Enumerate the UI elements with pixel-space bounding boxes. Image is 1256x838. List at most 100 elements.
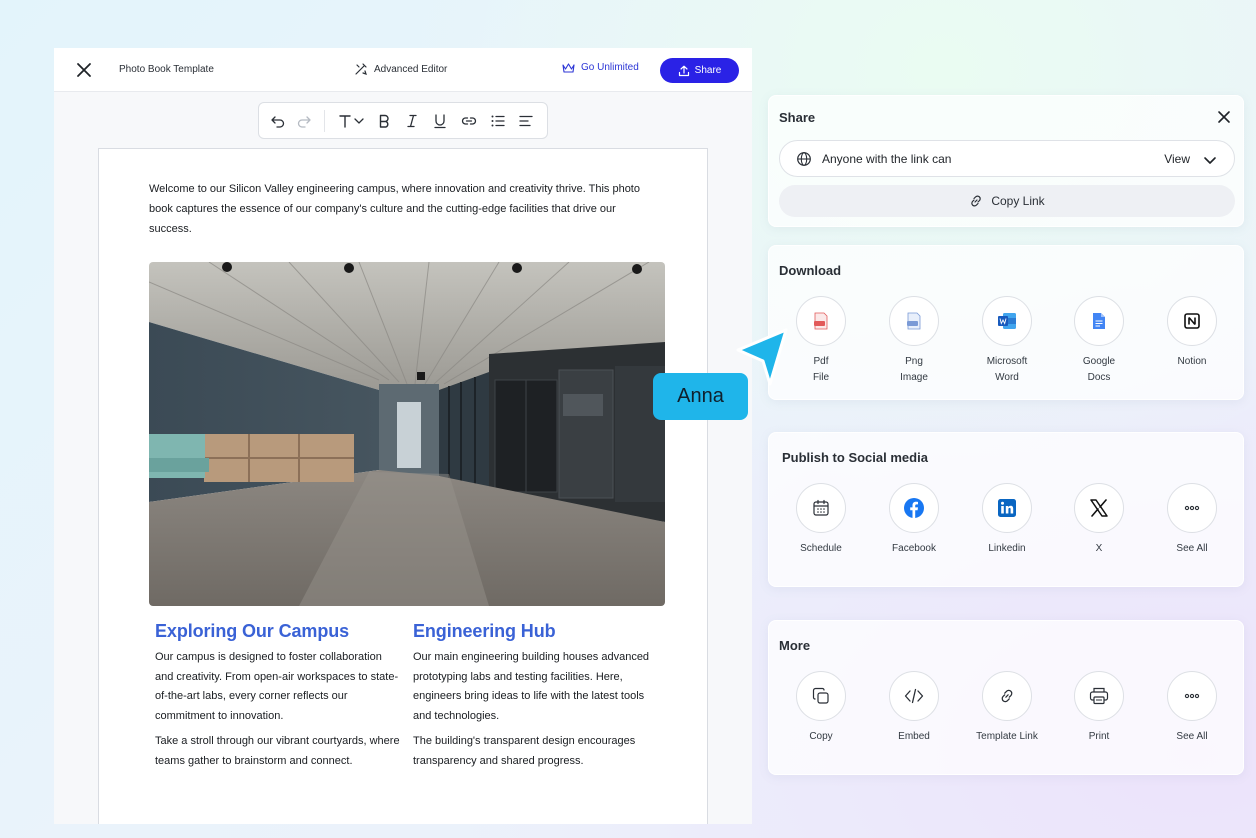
gdocs-label-1: Google <box>1082 356 1116 367</box>
template-link-label: Template Link <box>976 731 1038 742</box>
schedule-label: Schedule <box>800 543 842 554</box>
social-see-all-label: See All <box>1176 543 1208 554</box>
redo-button[interactable] <box>295 112 313 130</box>
undo-icon <box>271 116 285 128</box>
close-icon[interactable] <box>1215 108 1233 126</box>
campus-hallway-photo[interactable] <box>149 262 665 606</box>
engineering-column: Engineering Hub Our main engineering bui… <box>413 621 659 778</box>
google-docs-icon <box>1093 313 1105 329</box>
underline-button[interactable] <box>431 112 449 130</box>
document-page[interactable]: Welcome to our Silicon Valley engineerin… <box>98 148 708 824</box>
x-label: X <box>1095 543 1103 554</box>
share-card: Share Anyone with the link can View Copy… <box>768 95 1244 227</box>
engineering-paragraph-1: Our main engineering building houses adv… <box>413 651 650 722</box>
engineering-heading: Engineering Hub <box>413 621 556 641</box>
editor-window: Photo Book Template Advanced Editor Go U… <box>54 48 752 824</box>
upload-icon <box>678 65 689 76</box>
more-dots-icon <box>1184 693 1200 699</box>
link-icon <box>461 117 477 125</box>
text-style-dropdown[interactable] <box>335 112 367 130</box>
campus-paragraph-1: Our campus is designed to foster collabo… <box>155 651 399 722</box>
go-unlimited-button[interactable]: Go Unlimited <box>562 62 639 73</box>
go-unlimited-label: Go Unlimited <box>581 62 639 73</box>
print-button[interactable]: Print <box>1056 671 1142 745</box>
campus-heading: Exploring Our Campus <box>155 621 350 641</box>
microsoft-word-icon <box>998 313 1016 329</box>
pdf-label-1: Pdf <box>813 356 829 367</box>
copy-icon <box>812 687 829 704</box>
align-left-icon <box>519 115 533 127</box>
advanced-editor-button[interactable]: Advanced Editor <box>354 62 447 76</box>
underline-icon <box>434 114 446 129</box>
share-button[interactable]: Share <box>660 58 739 83</box>
link-icon <box>971 195 982 207</box>
link-icon <box>1001 689 1013 703</box>
crown-icon <box>562 63 575 73</box>
copy-link-label: Copy Link <box>991 194 1045 208</box>
download-png-button[interactable]: Png Image <box>871 296 957 386</box>
engineering-paragraph-2: The building's transparent design encour… <box>413 735 636 767</box>
magic-tools-icon <box>355 63 367 75</box>
copy-button[interactable]: Copy <box>778 671 864 745</box>
printer-icon <box>1089 687 1109 705</box>
bullet-list-icon <box>491 115 505 127</box>
facebook-label: Facebook <box>892 543 936 554</box>
notion-icon <box>1184 313 1200 329</box>
facebook-icon <box>904 498 924 518</box>
undo-button[interactable] <box>269 112 287 130</box>
notion-label: Notion <box>1177 356 1207 367</box>
redo-icon <box>297 116 311 128</box>
linkedin-button[interactable]: Linkedin <box>964 483 1050 557</box>
calendar-icon <box>813 499 829 516</box>
campus-paragraph-2: Take a stroll through our vibrant courty… <box>155 735 400 767</box>
facebook-button[interactable]: Facebook <box>871 483 957 557</box>
align-button[interactable] <box>517 112 535 130</box>
more-card: More Copy Embed Template Link Print See … <box>768 620 1244 775</box>
more-dots-icon <box>1184 505 1200 511</box>
globe-icon <box>797 152 811 166</box>
pdf-file-icon <box>814 312 828 330</box>
toolbar-divider <box>324 110 325 132</box>
permission-value: View <box>1164 152 1190 166</box>
document-title: Photo Book Template <box>119 64 214 75</box>
schedule-button[interactable]: Schedule <box>778 483 864 557</box>
download-google-docs-button[interactable]: Google Docs <box>1056 296 1142 386</box>
italic-button[interactable] <box>403 112 421 130</box>
social-card: Publish to Social media Schedule Faceboo… <box>768 432 1244 587</box>
pdf-label-2: File <box>812 372 830 383</box>
share-card-title: Share <box>779 110 816 125</box>
close-icon[interactable] <box>74 60 94 80</box>
permission-text: Anyone with the link can <box>822 152 952 166</box>
x-button[interactable]: X <box>1056 483 1142 557</box>
bullet-list-button[interactable] <box>489 112 507 130</box>
gdocs-label-2: Docs <box>1087 372 1111 383</box>
link-button[interactable] <box>460 112 478 130</box>
campus-column: Exploring Our Campus Our campus is desig… <box>155 621 401 778</box>
bold-icon <box>379 114 389 128</box>
download-word-button[interactable]: Microsoft Word <box>964 296 1050 386</box>
embed-button[interactable]: Embed <box>871 671 957 745</box>
link-permission-dropdown[interactable]: Anyone with the link can View <box>779 140 1235 177</box>
print-label: Print <box>1088 731 1110 742</box>
download-title: Download <box>779 263 842 278</box>
template-link-button[interactable]: Template Link <box>964 671 1050 745</box>
more-title: More <box>779 638 811 653</box>
png-label-2: Image <box>900 372 928 383</box>
more-see-all-button[interactable]: See All <box>1149 671 1235 745</box>
chevron-down-icon <box>354 118 364 124</box>
top-bar: Photo Book Template Advanced Editor Go U… <box>54 48 752 92</box>
x-logo-icon <box>1090 499 1108 517</box>
download-notion-button[interactable]: Notion <box>1149 296 1235 370</box>
bold-button[interactable] <box>375 112 393 130</box>
png-label-1: Png <box>905 356 923 367</box>
linkedin-icon <box>998 499 1016 517</box>
copy-link-button[interactable]: Copy Link <box>779 185 1235 217</box>
linkedin-label: Linkedin <box>988 543 1026 554</box>
word-label-2: Word <box>995 372 1019 383</box>
advanced-editor-label: Advanced Editor <box>374 63 448 75</box>
text-style-icon <box>339 115 351 128</box>
social-title: Publish to Social media <box>782 450 928 465</box>
social-see-all-button[interactable]: See All <box>1149 483 1235 557</box>
intro-paragraph: Welcome to our Silicon Valley engineerin… <box>149 183 640 235</box>
code-icon <box>904 688 924 704</box>
